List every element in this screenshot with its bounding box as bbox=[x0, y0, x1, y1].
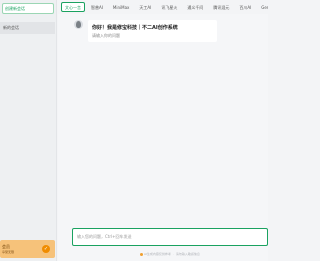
new-chat-button[interactable]: 创建新会话 bbox=[2, 3, 54, 14]
check-icon[interactable]: ✓ bbox=[42, 245, 50, 253]
tab-zhipu[interactable]: 智普AI bbox=[87, 2, 107, 12]
footer-left: AI生成内容仅供参考 bbox=[144, 252, 171, 256]
assistant-message: 你好！我是修宝科技｜不二AI创作系统 请输入你的问题 bbox=[88, 20, 217, 42]
chat-area bbox=[58, 14, 268, 261]
footer-right: 请勿输入敏感信息 bbox=[175, 252, 200, 256]
assistant-avatar bbox=[74, 20, 83, 29]
tab-xunfei[interactable]: 讯飞星火 bbox=[157, 2, 181, 12]
greeting-subtext: 请输入你的问题 bbox=[92, 33, 120, 38]
tab-gemini[interactable]: Gem bbox=[257, 2, 268, 12]
conversation-item[interactable]: 新的会话 bbox=[0, 22, 55, 34]
promo-subtitle: 享受无限 bbox=[2, 250, 15, 254]
tab-wenxin[interactable]: 文心一言 bbox=[61, 2, 85, 12]
tab-hunyuan[interactable]: 腾讯混元 bbox=[209, 2, 233, 12]
message-input[interactable]: 输入您的问题，Ctrl+回车发送 bbox=[72, 228, 268, 246]
membership-promo[interactable]: 会员 享受无限 ✓ bbox=[0, 240, 55, 258]
tab-tongyi[interactable]: 通义千问 bbox=[183, 2, 207, 12]
footer-note: AI生成内容仅供参考 · 请勿输入敏感信息 bbox=[140, 252, 200, 256]
model-tabs: 文心一言智普AIMiniMax天工AI讯飞星火通义千问腾讯混元百川AIGem bbox=[61, 2, 268, 13]
greeting-text: 你好！我是修宝科技｜不二AI创作系统 bbox=[92, 25, 178, 31]
tab-tiangong[interactable]: 天工AI bbox=[135, 2, 155, 12]
tab-minimax[interactable]: MiniMax bbox=[109, 2, 133, 12]
info-icon bbox=[140, 252, 143, 256]
sidebar: 创建新会话 新的会话 会员 享受无限 ✓ bbox=[0, 0, 57, 261]
tab-baichuan[interactable]: 百川AI bbox=[235, 2, 255, 12]
